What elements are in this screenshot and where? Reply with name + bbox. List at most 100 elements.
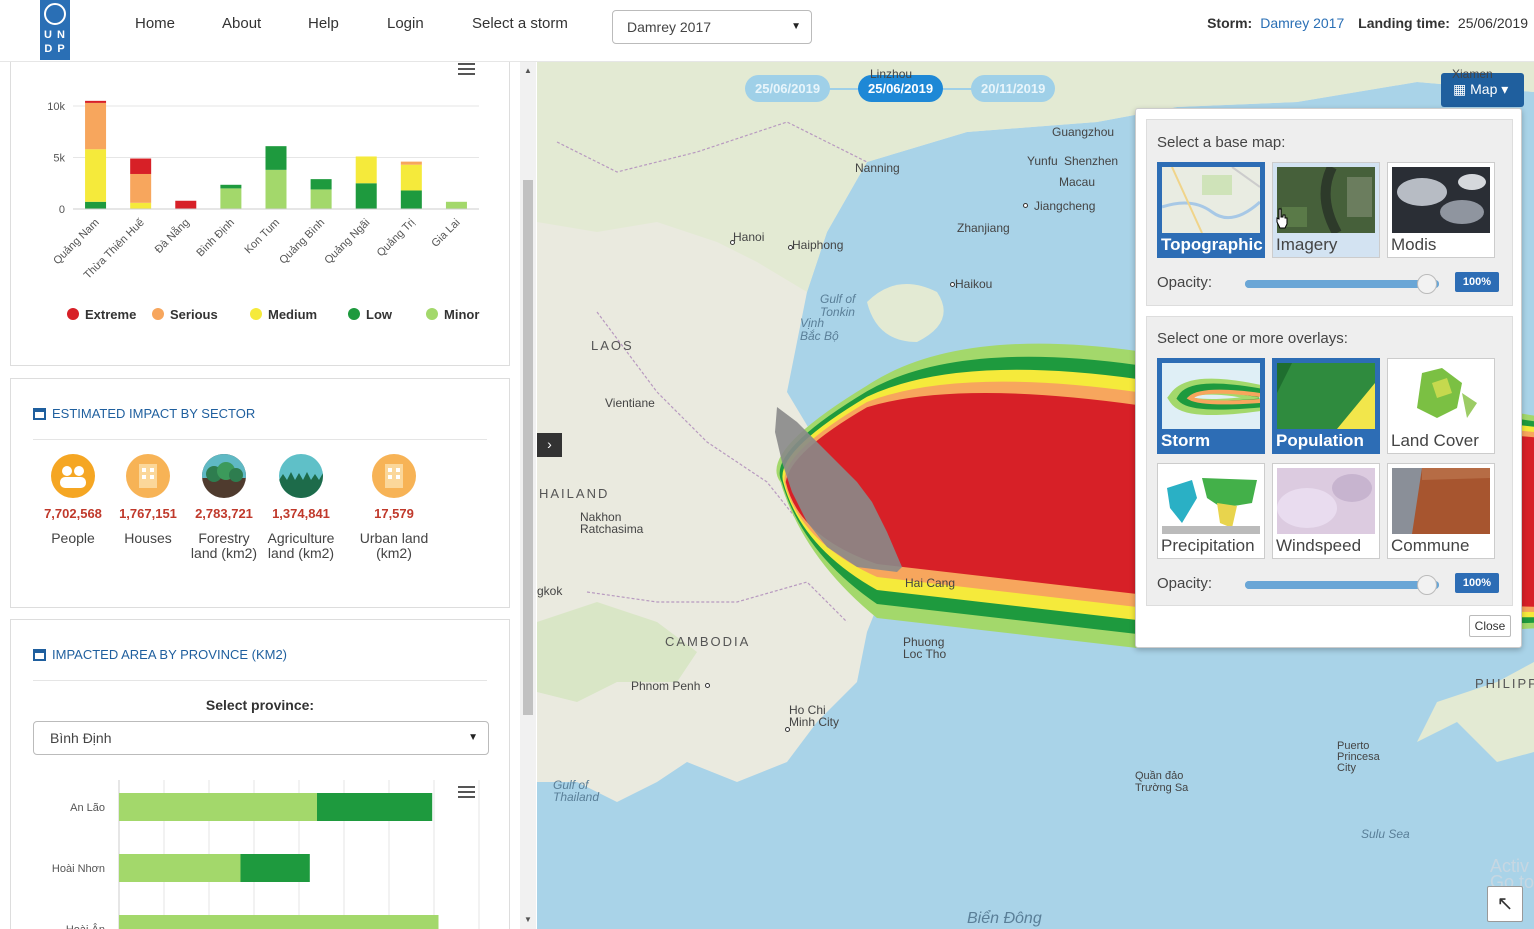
- overlay-label: Commune: [1391, 536, 1470, 555]
- legend-label[interactable]: Extreme: [85, 307, 136, 322]
- overlay-opacity-slider[interactable]: [1245, 575, 1439, 595]
- bar-segment[interactable]: [220, 184, 242, 189]
- city-dot: [730, 240, 735, 245]
- divider: [33, 680, 487, 681]
- slider-knob[interactable]: [1417, 575, 1437, 595]
- left-panel-scrollbar[interactable]: ▲ ▼: [520, 62, 536, 929]
- nav-about[interactable]: About: [222, 15, 261, 32]
- legend-swatch: [250, 308, 262, 320]
- people-icon: [51, 454, 95, 498]
- map-label-cambodia: CAMBODIA: [665, 634, 751, 649]
- bar-segment[interactable]: [85, 201, 107, 209]
- sector-value: 1,767,151: [119, 506, 177, 521]
- app-root: U N D P Home About Help Login Select a s…: [0, 0, 1534, 929]
- legend-swatch: [67, 308, 79, 320]
- scroll-up-icon[interactable]: ▲: [524, 66, 532, 75]
- y-tick-label: An Lão: [70, 802, 105, 814]
- overlay-label: Population: [1276, 431, 1364, 450]
- overlay-heading: Select one or more overlays:: [1157, 330, 1348, 347]
- base-opacity-slider[interactable]: [1245, 274, 1439, 294]
- map-button-label: Map: [1470, 81, 1498, 97]
- basemap-topographic[interactable]: Topographic: [1157, 162, 1265, 258]
- bar-segment[interactable]: [175, 200, 197, 209]
- bar-segment[interactable]: [310, 179, 332, 190]
- basemap-modis[interactable]: Modis: [1387, 162, 1495, 258]
- bar-segment[interactable]: [400, 164, 422, 191]
- bar-segment[interactable]: [119, 854, 241, 882]
- basemap-label: Imagery: [1276, 235, 1338, 254]
- province-bar-chart: An Lão Hoài Nhơn Hoài Ân: [52, 780, 480, 929]
- bar-segment[interactable]: [355, 156, 377, 184]
- overlay-windspeed[interactable]: Windspeed: [1272, 463, 1380, 559]
- bar-segment[interactable]: [220, 188, 242, 209]
- overlay-precipitation[interactable]: Precipitation: [1157, 463, 1265, 559]
- expand-arrow-icon[interactable]: ↖: [1487, 886, 1523, 922]
- overlay-label: Land Cover: [1391, 431, 1479, 450]
- bar-segment[interactable]: [85, 149, 107, 202]
- bar-segment[interactable]: [119, 793, 317, 821]
- houses-icon: [126, 454, 170, 498]
- scroll-down-icon[interactable]: ▼: [524, 915, 532, 924]
- damage-chart-card: 0 5k 10k Quảng Nam Thừa Thiên Huế Đà Nẵng Bình…: [10, 60, 510, 366]
- province-impact-card: IMPACTED AREA BY PROVINCE (KM2) Select p…: [10, 619, 510, 929]
- overlay-commune[interactable]: Commune: [1387, 463, 1495, 559]
- date-pill-start[interactable]: 25/06/2019: [745, 75, 831, 102]
- sector-urban: 17,579 Urban land (km2): [354, 454, 434, 561]
- province-select[interactable]: Bình Định ▼: [33, 721, 489, 755]
- bar-segment[interactable]: [355, 183, 377, 209]
- province-select-label: Select province:: [205, 697, 315, 713]
- bar-segment[interactable]: [400, 161, 422, 165]
- sector-agriculture: 1,374,841 Agriculture land (km2): [261, 454, 341, 561]
- date-pill-end[interactable]: 20/11/2019: [971, 75, 1056, 102]
- bar-segment[interactable]: [119, 915, 439, 929]
- map-label-philippines: PHILIPP: [1475, 676, 1534, 691]
- overlay-section: Select one or more overlays: Storm Popul…: [1146, 316, 1513, 606]
- nav-help[interactable]: Help: [308, 15, 339, 32]
- city-dot: [950, 282, 955, 287]
- overlay-opacity-row: Opacity: 100%: [1157, 573, 1507, 595]
- overlay-label: Storm: [1161, 431, 1211, 450]
- storm-select[interactable]: Damrey 2017 ▼: [612, 10, 812, 44]
- bar-segment[interactable]: [400, 190, 422, 209]
- chevron-right-icon[interactable]: ›: [537, 433, 562, 457]
- legend-swatch: [426, 308, 438, 320]
- bar-segment[interactable]: [85, 100, 107, 103]
- bar-segment[interactable]: [445, 201, 467, 209]
- legend-label[interactable]: Low: [366, 307, 393, 322]
- precipitation-thumbnail: [1162, 468, 1260, 534]
- legend-label[interactable]: Minor: [444, 307, 479, 322]
- scroll-thumb[interactable]: [523, 180, 533, 715]
- nav-home[interactable]: Home: [135, 15, 175, 32]
- overlay-land-cover[interactable]: Land Cover: [1387, 358, 1495, 454]
- undp-logo[interactable]: U N D P: [40, 0, 70, 60]
- agriculture-icon: [279, 454, 323, 498]
- bar-segment[interactable]: [130, 158, 152, 174]
- left-panel: 0 5k 10k Quảng Nam Thừa Thiên Huế Đà Nẵng Bình…: [0, 60, 520, 929]
- close-button[interactable]: Close: [1469, 615, 1511, 637]
- base-opacity-row: Opacity: 100%: [1157, 272, 1507, 294]
- y-tick-label: 5k: [53, 153, 65, 165]
- legend-label[interactable]: Medium: [268, 307, 317, 322]
- urban-icon: [372, 454, 416, 498]
- bar-segment[interactable]: [240, 854, 310, 882]
- bar-segment[interactable]: [265, 146, 287, 170]
- bar-segment[interactable]: [265, 169, 287, 209]
- storm-value[interactable]: Damrey 2017: [1260, 15, 1344, 31]
- nav-login[interactable]: Login: [387, 15, 424, 32]
- sector-title: ESTIMATED IMPACT BY SECTOR: [33, 406, 255, 421]
- map-label-xiamen: Xiamen: [1452, 67, 1493, 81]
- sector-people: 7,702,568 People: [33, 454, 113, 546]
- map-label-laos: LAOS: [591, 338, 634, 353]
- bar-segment[interactable]: [317, 793, 433, 821]
- overlay-population[interactable]: Population: [1272, 358, 1380, 454]
- bar-segment[interactable]: [130, 202, 152, 209]
- bar-segment[interactable]: [130, 173, 152, 203]
- map-label-thailand: HAILAND: [539, 486, 610, 501]
- slider-knob[interactable]: [1417, 274, 1437, 294]
- commune-thumbnail: [1392, 468, 1490, 534]
- overlay-storm[interactable]: Storm: [1157, 358, 1265, 454]
- bar-segment[interactable]: [85, 102, 107, 150]
- top-navbar: U N D P Home About Help Login Select a s…: [0, 0, 1534, 62]
- legend-label[interactable]: Serious: [170, 307, 218, 322]
- bar-segment[interactable]: [310, 189, 332, 209]
